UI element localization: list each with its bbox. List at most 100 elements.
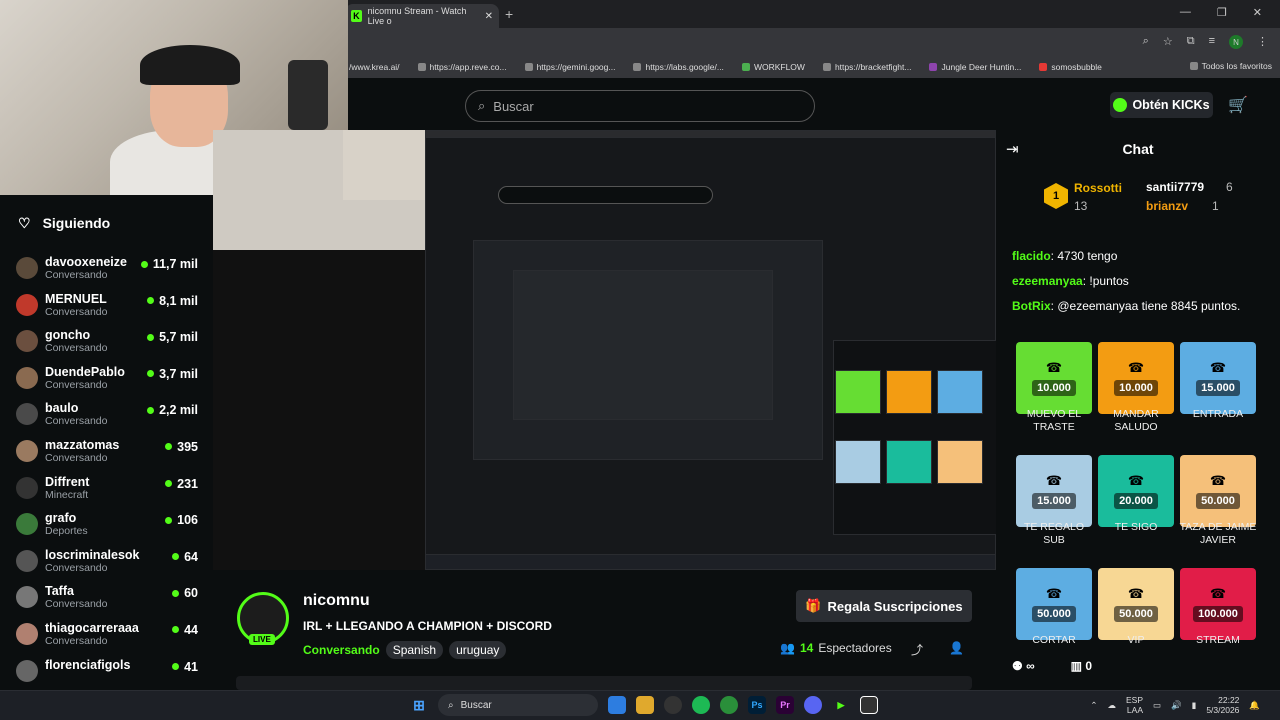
bookmark[interactable]: WORKFLOW <box>741 62 805 72</box>
zoom-icon[interactable]: ⌕ <box>1143 35 1149 49</box>
reward-label: MUEVO EL TRASTE <box>1026 408 1082 433</box>
network-icon[interactable]: ▭ <box>1153 700 1161 711</box>
bookmark[interactable]: Jungle Deer Huntin... <box>929 62 1021 72</box>
bookmark[interactable]: /www.krea.ai/ <box>349 62 400 72</box>
sidebar-channel[interactable]: loscriminalesok Conversando 64 <box>0 544 213 581</box>
share-icon[interactable]: ⤴ <box>911 641 923 658</box>
sidebar-channel[interactable]: thiagocarreraaa Conversando 44 <box>0 617 213 654</box>
discord-icon[interactable] <box>804 696 822 714</box>
bookmark[interactable]: https://bracketfight... <box>822 62 911 72</box>
following-header[interactable]: ♡ Siguiendo <box>0 195 213 251</box>
get-kicks-button[interactable]: Obtén KICKs <box>1110 92 1213 118</box>
reward-card[interactable]: ☎ 50.000 <box>1180 455 1256 527</box>
photoshop-icon[interactable]: Ps <box>748 696 766 714</box>
minimize-icon[interactable]: — <box>1180 6 1191 19</box>
sidebar-viewer-count: 11,7 mil <box>140 257 198 271</box>
language-indicator[interactable]: ESP LAA <box>1126 695 1143 715</box>
search-icon: ⌕ <box>448 699 454 711</box>
chat-user[interactable]: ezeemanyaa <box>1012 274 1083 288</box>
onedrive-icon[interactable]: ☁ <box>1107 700 1116 711</box>
spotify-icon[interactable] <box>692 696 710 714</box>
windows-start-icon[interactable]: ⊞ <box>410 696 428 714</box>
media-icon[interactable]: ≡ <box>1209 35 1215 49</box>
tray-overflow-icon[interactable]: ⌃ <box>1090 700 1097 711</box>
live-dot-icon <box>165 443 173 451</box>
taskbar-search[interactable]: ⌕ Buscar <box>438 694 598 716</box>
leader-third-name[interactable]: brianzv <box>1146 199 1188 213</box>
bookmark[interactable]: https://labs.google/... <box>633 62 724 72</box>
file-explorer-icon[interactable] <box>636 696 654 714</box>
menu-icon[interactable]: ⋮ <box>1257 35 1268 49</box>
folder-icon <box>1189 62 1198 70</box>
chat-user[interactable]: BotRix <box>1012 299 1051 313</box>
all-favorites[interactable]: Todos los favoritos <box>1189 61 1272 71</box>
reward-card[interactable]: ☎ 10.000 <box>1098 342 1174 414</box>
clock[interactable]: 22:22 5/3/2026 <box>1206 695 1239 715</box>
bookmark[interactable]: https://gemini.goog... <box>524 62 615 72</box>
reward-card[interactable]: ☎ 15.000 <box>1180 342 1256 414</box>
bookmark-icon <box>929 63 938 71</box>
battery-icon[interactable]: ▮ <box>1192 700 1197 711</box>
kick-app-icon[interactable]: ▶ <box>832 696 850 714</box>
sidebar-channel[interactable]: florenciafigols 41 <box>0 654 213 691</box>
sidebar-channel[interactable]: DuendePablo Conversando 3,7 mil <box>0 361 213 398</box>
reward-cost: 10.000 <box>1114 380 1158 396</box>
leader-second-name[interactable]: santii7779 <box>1146 180 1204 194</box>
star-icon[interactable]: ☆ <box>1163 35 1173 49</box>
follow-icon[interactable]: 👤 <box>949 641 964 658</box>
sidebar-channel[interactable]: baulo Conversando 2,2 mil <box>0 397 213 434</box>
avatar <box>16 439 38 462</box>
sidebar-channel[interactable]: MERNUEL Conversando 8,1 mil <box>0 288 213 325</box>
channel-info-bar: LIVE nicomnu IRL + LLEGANDO A CHAMPION +… <box>213 570 996 690</box>
sidebar-channel[interactable]: mazzatomas Conversando 395 <box>0 434 213 471</box>
sidebar-channel[interactable]: Diffrent Minecraft 231 <box>0 471 213 508</box>
reward-card[interactable]: ☎ 15.000 <box>1016 455 1092 527</box>
profile-avatar[interactable]: N <box>1229 35 1243 49</box>
window-controls: — ❐ ✕ <box>1180 6 1262 19</box>
gift-counter[interactable]: ▥ 0 <box>1071 659 1092 673</box>
epic-games-icon[interactable] <box>860 696 878 714</box>
reward-label: TAZA DE JAIME JAVIER <box>1179 521 1257 546</box>
extensions-icon[interactable]: ⧉ <box>1187 35 1195 49</box>
reward-card[interactable]: ☎ 20.000 <box>1098 455 1174 527</box>
live-dot-icon <box>165 480 173 488</box>
sidebar-channel[interactable]: Taffa Conversando 60 <box>0 580 213 617</box>
channel-name[interactable]: nicomnu <box>303 592 370 610</box>
maximize-icon[interactable]: ❐ <box>1217 6 1227 19</box>
volume-icon[interactable]: 🔊 <box>1171 700 1182 711</box>
tab-close-icon[interactable]: ✕ <box>485 11 493 22</box>
outlook-icon[interactable] <box>608 696 626 714</box>
new-tab-button[interactable]: + <box>505 6 513 22</box>
bookmark-icon <box>1039 63 1048 71</box>
reward-card[interactable]: ☎ 50.000 <box>1098 568 1174 640</box>
tag-country[interactable]: uruguay <box>449 641 507 659</box>
reward-card[interactable]: ☎ 50.000 <box>1016 568 1092 640</box>
gift-subscriptions-button[interactable]: 🎁 Regala Suscripciones <box>796 590 972 622</box>
sidebar-channel[interactable]: davooxeneize Conversando 11,7 mil <box>0 251 213 288</box>
sidebar-channel[interactable]: grafo Deportes 106 <box>0 507 213 544</box>
kicks-icon <box>1113 98 1128 112</box>
points-indicator[interactable]: ⚉ ∞ <box>1012 659 1035 673</box>
stream-category[interactable]: Conversando <box>303 643 380 657</box>
tag-language[interactable]: Spanish <box>385 641 444 659</box>
reward-card[interactable]: ☎ 100.000 <box>1180 568 1256 640</box>
taskbar-apps: ⊞ ⌕ Buscar Ps Pr ▶ <box>410 694 878 716</box>
premiere-icon[interactable]: Pr <box>776 696 794 714</box>
reward-card[interactable]: ☎ 10.000 <box>1016 342 1092 414</box>
notification-icon[interactable]: 🔔 <box>1249 700 1260 711</box>
bookmark[interactable]: somosbubble <box>1039 62 1102 72</box>
close-window-icon[interactable]: ✕ <box>1253 6 1262 19</box>
chrome-icon[interactable] <box>720 696 738 714</box>
sidebar-viewer-count: 64 <box>172 550 198 564</box>
bookmark[interactable]: https://app.reve.co... <box>417 62 507 72</box>
channel-list: davooxeneize Conversando 11,7 mil MERNUEL Co… <box>0 251 213 690</box>
stream-video[interactable] <box>213 130 996 570</box>
tab-title: nicomnu Stream - Watch Live o <box>367 6 467 26</box>
search-input[interactable]: ⌕ Buscar <box>465 90 815 122</box>
leader-first-name[interactable]: Rossotti <box>1074 181 1122 195</box>
store-icon[interactable]: 🛒 <box>1228 95 1248 115</box>
sidebar-channel[interactable]: goncho Conversando 5,7 mil <box>0 324 213 361</box>
obs-icon[interactable] <box>664 696 682 714</box>
browser-tab[interactable]: K nicomnu Stream - Watch Live o ✕ <box>345 4 499 28</box>
chat-user[interactable]: flacido <box>1012 249 1051 263</box>
